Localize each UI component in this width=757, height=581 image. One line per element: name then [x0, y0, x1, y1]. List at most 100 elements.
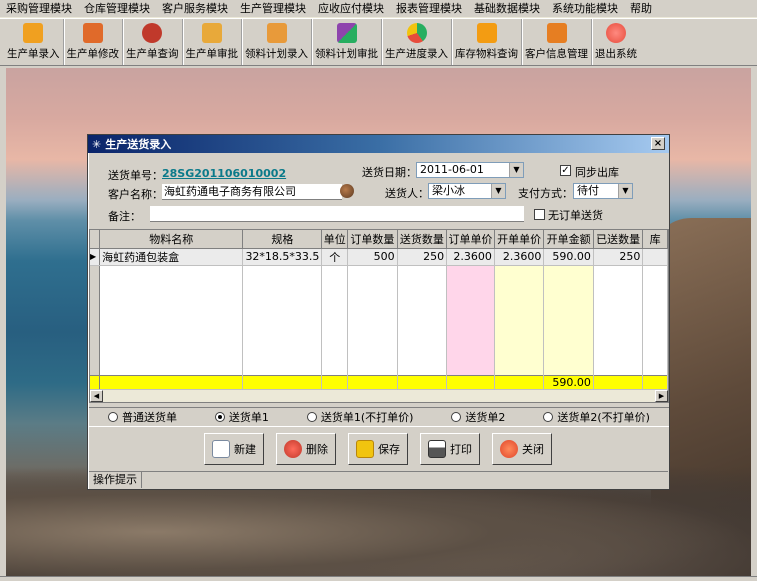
payment-select[interactable]: 待付 ▼ [573, 183, 633, 199]
bottom-frame [0, 576, 757, 581]
toolbar-inventory-query[interactable]: 库存物料查询 [452, 19, 522, 65]
radio-delivery-1-no-price[interactable]: 送货单1(不打单价) [306, 409, 413, 425]
empty-cell [397, 265, 448, 375]
deliverer-select[interactable]: 梁小冰 ▼ [428, 183, 506, 199]
close-button[interactable]: 关闭 [492, 433, 552, 465]
progress-chart-icon [406, 23, 427, 43]
col-material-name[interactable]: 物料名称 [99, 230, 244, 249]
radio-label: 送货单1 [228, 411, 269, 424]
print-button[interactable]: 打印 [420, 433, 480, 465]
toolbar-production-progress-entry[interactable]: 生产进度录入 [382, 19, 452, 65]
sync-outbound-checkbox[interactable]: ✓ [560, 165, 571, 176]
cell-stock[interactable] [642, 248, 668, 266]
cell-bill-price[interactable]: 2.3600 [494, 248, 545, 266]
cell-unit[interactable]: 个 [321, 248, 349, 266]
menu-receivable-payable[interactable]: 应收应付模块 [312, 0, 390, 18]
grid-horizontal-scrollbar[interactable]: ◀ ▶ [90, 389, 668, 402]
chevron-down-icon[interactable]: ▼ [491, 184, 505, 198]
cell-material-name[interactable]: 海虹药通包装盒 [99, 248, 244, 266]
empty-cell [242, 265, 323, 375]
no-order-checkbox[interactable] [534, 209, 545, 220]
grid-empty-area [90, 265, 668, 375]
toolbar-exit[interactable]: 退出系统 [592, 19, 640, 65]
dialog-title-bar[interactable]: ✳ 生产送货录入 [88, 135, 669, 153]
customer-input[interactable]: 海虹药通电子商务有限公司 [162, 184, 342, 200]
toolbar-production-order-query[interactable]: 生产单查询 [123, 19, 183, 65]
payment-label: 支付方式： [518, 187, 573, 200]
col-stock[interactable]: 库 [642, 230, 668, 249]
col-spec[interactable]: 规格 [242, 230, 323, 249]
radio-dot [306, 412, 317, 422]
cell-bill-amount[interactable]: 590.00 [543, 248, 594, 266]
remark-input[interactable] [150, 206, 524, 222]
grid-total-row: 590.00 [90, 374, 668, 389]
dialog-actions: 新建 删除 保存 打印 关闭 [88, 433, 669, 469]
radio-delivery-2[interactable]: 送货单2 [451, 409, 505, 425]
delete-button[interactable]: 删除 [276, 433, 336, 465]
menu-purchase[interactable]: 采购管理模块 [0, 0, 78, 18]
chevron-down-icon[interactable]: ▼ [618, 184, 632, 198]
total-cell [99, 374, 244, 389]
dialog-close-button[interactable]: × [651, 137, 665, 150]
col-deliver-qty[interactable]: 送货数量 [397, 230, 448, 249]
cell-spec[interactable]: 32*18.5*33.5 [242, 248, 323, 266]
empty-cell [321, 265, 349, 375]
print-template-options: 普通送货单 送货单1 送货单1(不打单价) 送货单2 送货单2(不打单价) [89, 407, 669, 427]
empty-cell [543, 265, 594, 375]
order-no-value[interactable]: 28SG201106010002 [162, 167, 286, 180]
delivery-entry-dialog: ✳ 生产送货录入 × 送货单号： 28SG201106010002 送货日期： … [87, 134, 670, 490]
col-bill-price[interactable]: 开单单价 [494, 230, 545, 249]
col-order-price[interactable]: 订单单价 [446, 230, 495, 249]
new-button[interactable]: 新建 [204, 433, 264, 465]
toolbar-material-plan-approve[interactable]: 领料计划审批 [312, 19, 382, 65]
menu-base-data[interactable]: 基础数据模块 [468, 0, 546, 18]
menu-reports[interactable]: 报表管理模块 [390, 0, 468, 18]
cell-deliver-qty[interactable]: 250 [397, 248, 448, 266]
empty-cell [593, 265, 644, 375]
radio-delivery-2-no-price[interactable]: 送货单2(不打单价) [543, 409, 650, 425]
delete-button-label: 删除 [306, 443, 328, 456]
delivery-date-picker[interactable]: 2011-06-01 ▼ [416, 162, 524, 178]
customer-lookup-icon[interactable] [340, 184, 354, 198]
cell-delivered-qty[interactable]: 250 [593, 248, 644, 266]
empty-cell [642, 265, 668, 375]
toolbar-customer-info[interactable]: 客户信息管理 [522, 19, 592, 65]
radio-dot [543, 412, 554, 422]
cell-order-price[interactable]: 2.3600 [446, 248, 495, 266]
menu-production[interactable]: 生产管理模块 [234, 0, 312, 18]
col-delivered-qty[interactable]: 已送数量 [593, 230, 644, 249]
menu-customer-service[interactable]: 客户服务模块 [156, 0, 234, 18]
chevron-down-icon[interactable]: ▼ [509, 163, 523, 177]
dialog-title: 生产送货录入 [105, 138, 172, 151]
row-indicator-total [90, 374, 101, 389]
radio-label: 送货单2 [465, 411, 506, 424]
menu-system[interactable]: 系统功能模块 [546, 0, 624, 18]
delivery-form: 送货单号： 28SG201106010002 送货日期： 2011-06-01 … [88, 154, 669, 232]
toolbar-production-order-edit[interactable]: 生产单修改 [64, 19, 123, 65]
radio-normal-delivery[interactable]: 普通送货单 [107, 409, 177, 425]
col-unit[interactable]: 单位 [321, 230, 349, 249]
scroll-right-icon[interactable]: ▶ [655, 390, 668, 402]
toolbar-production-order-approve[interactable]: 生产单审批 [183, 19, 242, 65]
menu-warehouse[interactable]: 仓库管理模块 [78, 0, 156, 18]
empty-cell [494, 265, 545, 375]
delivery-date-value: 2011-06-01 [420, 163, 484, 176]
scroll-left-icon[interactable]: ◀ [90, 390, 103, 402]
no-order-label: 无订单送货 [548, 209, 603, 222]
customer-box-icon [546, 23, 567, 43]
close-button-label: 关闭 [522, 443, 544, 456]
table-row[interactable]: ▶ 海虹药通包装盒 32*18.5*33.5 个 500 250 2.3600 … [90, 248, 668, 266]
col-order-qty[interactable]: 订单数量 [347, 230, 398, 249]
close-icon [500, 440, 518, 458]
inventory-icon [476, 23, 497, 43]
empty-cell [446, 265, 495, 375]
menu-help[interactable]: 帮助 [624, 0, 658, 18]
toolbar-material-plan-entry[interactable]: 领料计划录入 [242, 19, 312, 65]
total-cell [446, 374, 495, 389]
cell-order-qty[interactable]: 500 [347, 248, 398, 266]
toolbar-production-order-entry[interactable]: 生产单录入 [4, 19, 64, 65]
save-button[interactable]: 保存 [348, 433, 408, 465]
radio-delivery-1[interactable]: 送货单1 [214, 409, 269, 425]
col-bill-amount[interactable]: 开单金额 [543, 230, 594, 249]
deliverer-label: 送货人： [385, 187, 429, 200]
